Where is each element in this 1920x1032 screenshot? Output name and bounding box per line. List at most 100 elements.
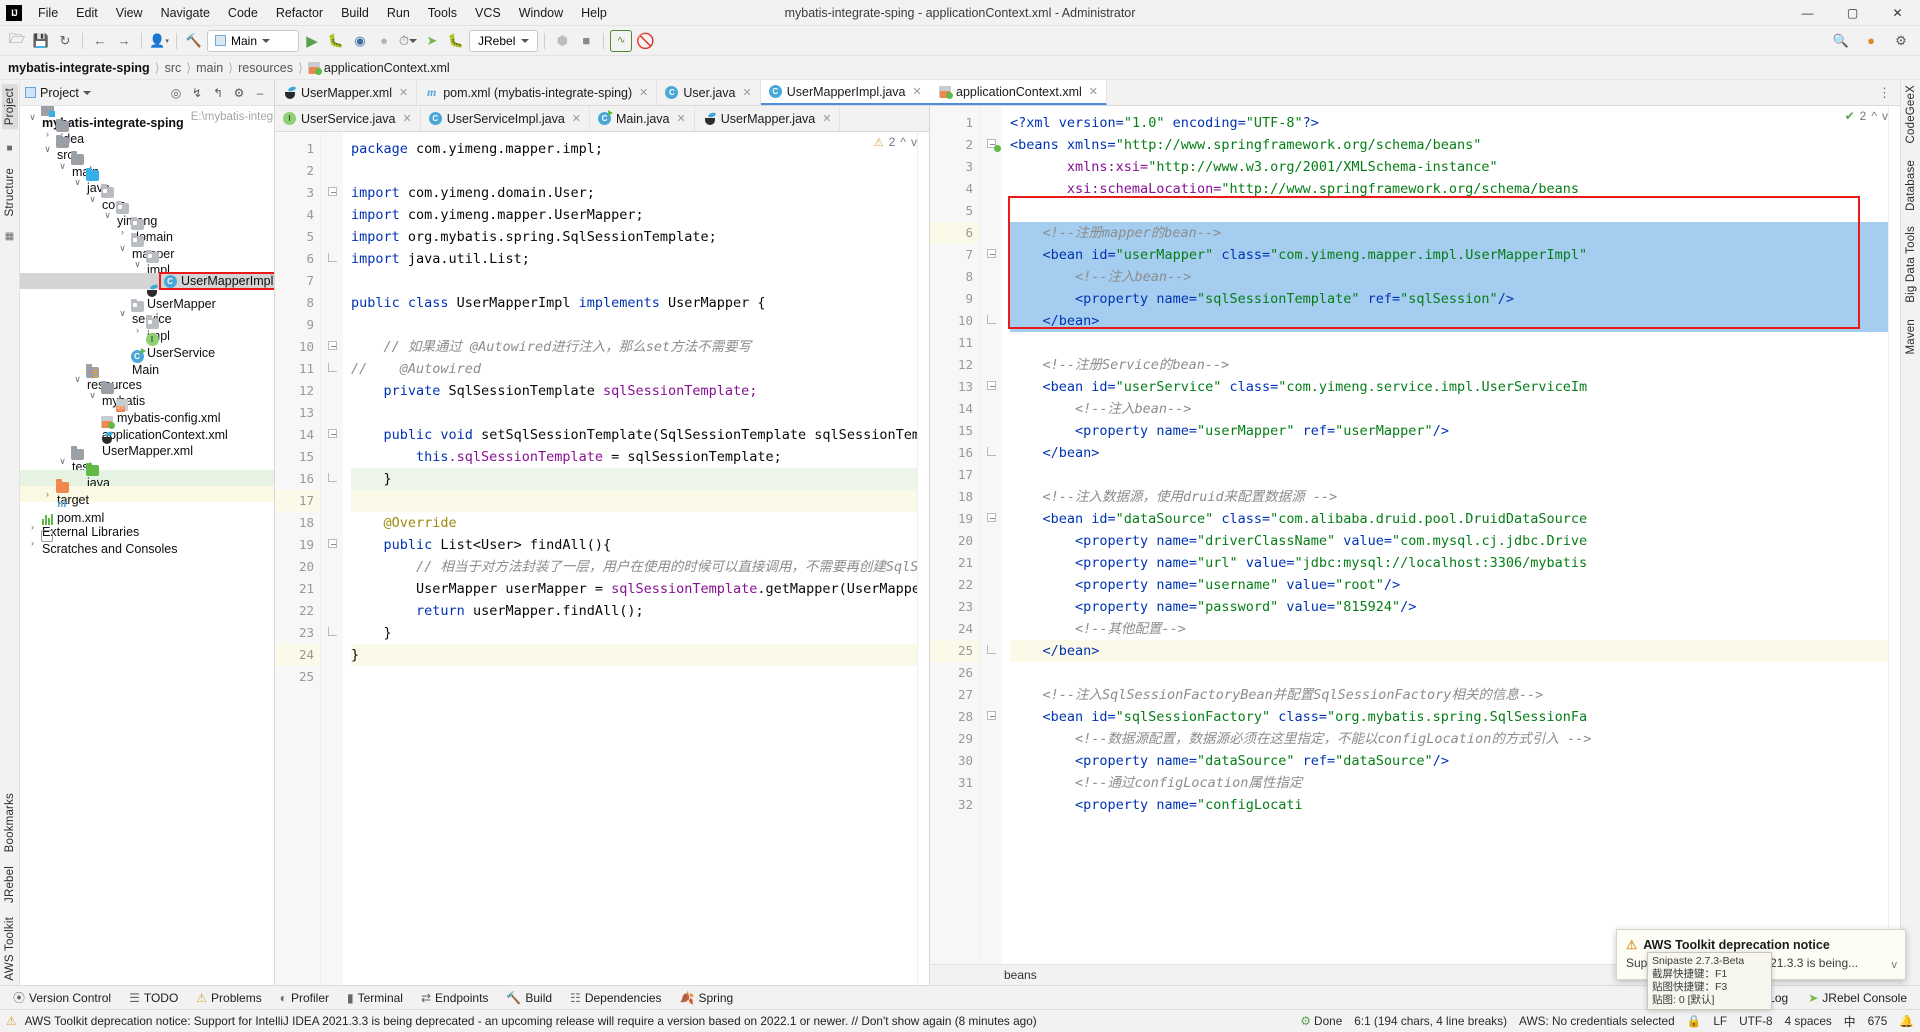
fold-marker[interactable] <box>980 640 1002 662</box>
code-line[interactable] <box>351 402 917 424</box>
maximize-button[interactable]: ▢ <box>1830 0 1875 26</box>
line-number[interactable]: 10 <box>275 336 320 358</box>
line-number[interactable]: 11 <box>275 358 320 380</box>
settings-icon[interactable]: ⚙ <box>230 84 248 102</box>
code-line[interactable]: xsi:schemaLocation="http://www.springfra… <box>1010 178 1888 200</box>
line-number[interactable]: 18 <box>275 512 320 534</box>
code-line[interactable]: public List<User> findAll(){ <box>351 534 917 556</box>
menu-view[interactable]: View <box>107 3 152 23</box>
jrebel-run-icon[interactable]: ➤ <box>421 30 443 52</box>
code-line[interactable]: <property name="username" value="root"/> <box>1010 574 1888 596</box>
tab-pom-xml-mybatis-integrate-sping-[interactable]: m pom.xml (mybatis-integrate-sping) ✕ <box>417 80 658 105</box>
rail-aws-toolkit-button[interactable]: AWS Toolkit <box>4 917 16 981</box>
close-icon[interactable]: ✕ <box>399 86 408 99</box>
rail-structure-button[interactable]: Structure <box>4 168 16 216</box>
code-line[interactable]: <!--注入bean--> <box>1010 398 1888 420</box>
chevron-right-icon[interactable]: › <box>26 522 39 532</box>
code-line[interactable] <box>351 666 917 688</box>
close-icon[interactable]: ✕ <box>913 85 922 98</box>
menu-file[interactable]: File <box>29 3 67 23</box>
status-indent[interactable]: 4 spaces <box>1785 1014 1832 1028</box>
tree-node-scratches-and-consoles[interactable]: › Scratches and Consoles <box>20 530 274 556</box>
tab-usermapper-xml[interactable]: UserMapper.xml ✕ <box>275 80 418 105</box>
line-number[interactable]: 16 <box>930 442 979 464</box>
tab-main-java[interactable]: C Main.java ✕ <box>590 106 695 131</box>
code-line[interactable]: <property name="url" value="jdbc:mysql:/… <box>1010 552 1888 574</box>
run-configuration-selector[interactable]: Main <box>207 29 299 52</box>
close-icon[interactable]: ✕ <box>572 112 581 125</box>
line-number[interactable]: 5 <box>930 200 979 222</box>
code-line[interactable] <box>1010 332 1888 354</box>
chevron-down-icon[interactable]: ∨ <box>116 243 129 254</box>
line-number[interactable]: 22 <box>930 574 979 596</box>
chevron-down-icon[interactable]: ∨ <box>41 144 54 155</box>
code-line[interactable]: this.sqlSessionTemplate = sqlSessionTemp… <box>351 446 917 468</box>
disable-icon[interactable]: 🚫 <box>634 30 656 52</box>
menu-code[interactable]: Code <box>219 3 267 23</box>
code-line[interactable]: <!--注入SqlSessionFactoryBean并配置SqlSession… <box>1010 684 1888 706</box>
code-line[interactable]: <property name="configLocati <box>1010 794 1888 816</box>
rail-jrebel-button[interactable]: JRebel <box>4 866 16 903</box>
bell-icon[interactable]: 🔔 <box>1899 1014 1914 1028</box>
chevron-down-icon[interactable]: ∨ <box>71 177 84 188</box>
status-ime-count[interactable]: 675 <box>1868 1014 1888 1028</box>
line-number[interactable]: 22 <box>275 600 320 622</box>
xml-gutter[interactable]: 1 2 3 4 5 6 7 8 9 10 11 12 13 14 15 16 17 18 19 20 21 22 23 24 2… <box>930 106 1001 964</box>
close-icon[interactable]: ✕ <box>402 112 411 125</box>
line-number[interactable]: 20 <box>275 556 320 578</box>
code-line[interactable]: public class UserMapperImpl implements U… <box>351 292 917 314</box>
line-number[interactable]: 9 <box>930 288 979 310</box>
menu-window[interactable]: Window <box>510 3 572 23</box>
tree-node-main[interactable]: ∨main <box>20 151 274 179</box>
code-line[interactable]: <bean id="sqlSessionFactory" class="org.… <box>1010 706 1888 728</box>
code-line[interactable]: <!--通过configLocation属性指定 <box>1010 772 1888 794</box>
inspection-next-icon[interactable]: v <box>911 135 917 149</box>
run-with-coverage-button[interactable]: ◉ <box>349 30 371 52</box>
line-number[interactable]: 3 <box>930 156 979 178</box>
line-number[interactable]: 23 <box>275 622 320 644</box>
fold-marker[interactable] <box>321 468 343 490</box>
forward-icon[interactable]: → <box>113 30 135 52</box>
line-number[interactable]: 14 <box>275 424 339 446</box>
inspection-prev-icon[interactable]: ^ <box>900 135 906 149</box>
code-line[interactable]: <property name="dataSource" ref="dataSou… <box>1010 750 1888 772</box>
code-line[interactable]: <bean id="userMapper" class="com.yimeng.… <box>1010 244 1888 266</box>
menu-navigate[interactable]: Navigate <box>152 3 219 23</box>
fold-marker[interactable] <box>321 182 343 204</box>
menu-edit[interactable]: Edit <box>67 3 107 23</box>
code-line[interactable]: <property name="userMapper" ref="userMap… <box>1010 420 1888 442</box>
close-icon[interactable]: ✕ <box>1089 85 1098 98</box>
status-aws-credentials[interactable]: AWS: No credentials selected <box>1519 1014 1675 1028</box>
chevron-down-icon[interactable]: ∨ <box>71 374 84 385</box>
code-line[interactable]: // 相当于对方法封装了一层，用户在使用的时候可以直接调用，不需要再创建SqlS… <box>351 556 917 578</box>
code-line[interactable]: <!--注册mapper的bean--> <box>1010 222 1888 244</box>
update-icon[interactable]: ● <box>1860 30 1882 52</box>
code-line[interactable]: <bean id="dataSource" class="com.alibaba… <box>1010 508 1888 530</box>
code-line[interactable]: </bean> <box>1010 640 1888 662</box>
line-number[interactable]: 8 <box>930 266 979 288</box>
status-ime[interactable]: 中 <box>1844 1013 1856 1030</box>
line-number[interactable]: 3 <box>275 182 320 204</box>
line-number[interactable]: 29 <box>930 728 979 750</box>
close-icon[interactable]: ✕ <box>743 86 752 99</box>
close-button[interactable]: ✕ <box>1875 0 1920 26</box>
fold-marker[interactable] <box>321 358 343 380</box>
fold-marker[interactable] <box>321 424 343 446</box>
run-button[interactable]: ▶ <box>301 30 323 52</box>
code-line[interactable] <box>1010 200 1888 222</box>
menu-build[interactable]: Build <box>332 3 378 23</box>
minimize-button[interactable]: — <box>1785 0 1830 26</box>
code-line[interactable]: <?xml version="1.0" encoding="UTF-8"?> <box>1010 112 1888 134</box>
line-number[interactable]: 5 <box>275 226 320 248</box>
menu-refactor[interactable]: Refactor <box>267 3 332 23</box>
menu-vcs[interactable]: VCS <box>466 3 510 23</box>
code-line[interactable]: public void setSqlSessionTemplate(SqlSes… <box>351 424 917 446</box>
inspection-widget-xml[interactable]: ✔ 2 ^ v <box>1845 109 1888 123</box>
save-icon[interactable]: 💾 <box>30 30 52 52</box>
fold-marker[interactable] <box>980 310 1002 332</box>
code-line[interactable] <box>351 270 917 292</box>
lock-icon[interactable]: 🔒 <box>1687 1014 1702 1028</box>
chevron-right-icon[interactable]: › <box>131 325 144 335</box>
bottom-item-build[interactable]: 🔨 Build <box>497 989 561 1007</box>
code-line[interactable] <box>351 490 917 512</box>
